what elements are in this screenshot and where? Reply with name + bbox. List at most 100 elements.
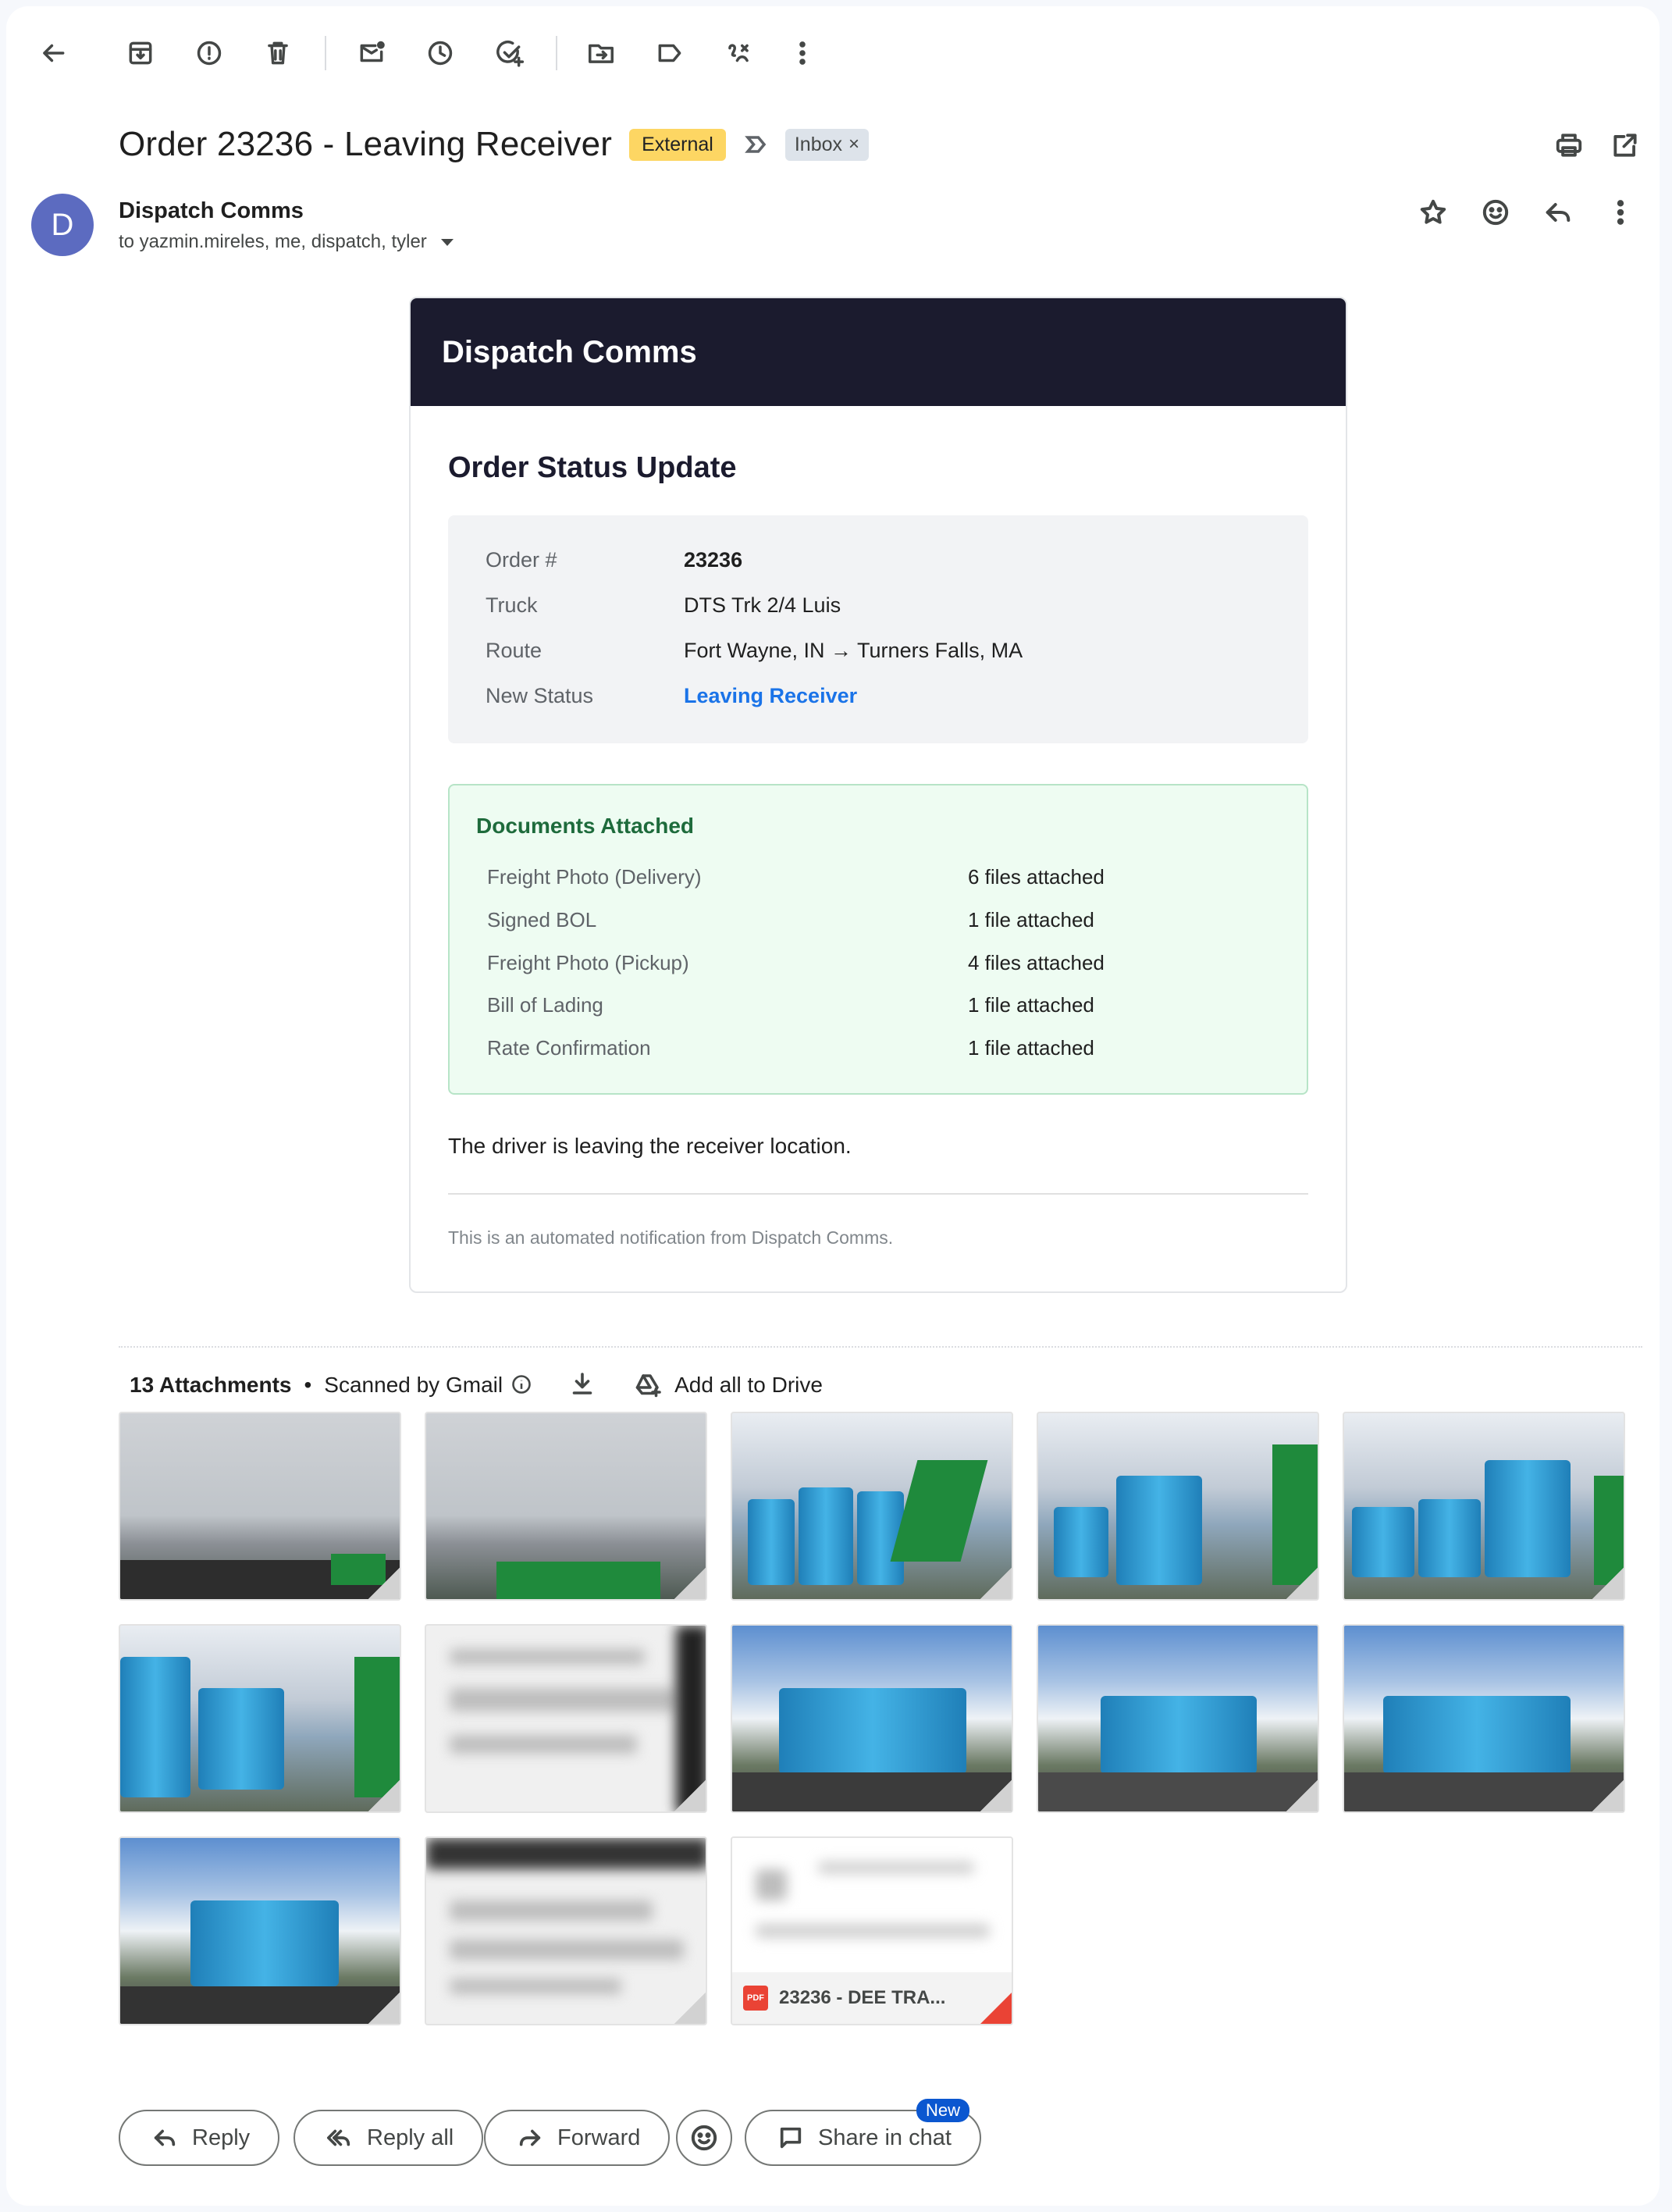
drive-add-icon — [635, 1374, 661, 1398]
emoji-reaction-button[interactable] — [676, 2110, 732, 2166]
info-row-truck: Truck DTS Trk 2/4 Luis — [486, 593, 841, 618]
attachment-thumbnail[interactable] — [119, 1624, 401, 1813]
attachment-thumbnail[interactable] — [425, 1624, 707, 1813]
attachment-thumbnail[interactable] — [731, 1624, 1013, 1813]
sender-avatar[interactable]: D — [31, 194, 94, 256]
info-label: Order # — [486, 548, 557, 572]
reply-icon-button[interactable] — [1531, 186, 1585, 239]
new-badge: New — [916, 2099, 970, 2122]
more-icon — [799, 41, 806, 65]
chevron-down-icon[interactable] — [440, 238, 454, 246]
share-chat-label: Share in chat — [818, 2125, 952, 2150]
reply-icon — [154, 2129, 176, 2146]
label-button[interactable] — [643, 27, 696, 80]
card-footer: This is an automated notification from D… — [448, 1227, 894, 1248]
inbox-chip-label: Inbox — [794, 133, 843, 155]
move-to-icon — [589, 44, 614, 63]
add-drive-label: Add all to Drive — [674, 1373, 823, 1397]
archive-icon — [129, 41, 152, 65]
print-button[interactable] — [1544, 120, 1594, 170]
forward-label: Forward — [557, 2125, 641, 2150]
info-icon — [512, 1374, 531, 1394]
sender-name: Dispatch Comms — [119, 198, 304, 223]
attachments-count: 13 Attachments — [130, 1373, 292, 1397]
doc-row: Bill of Lading 1 file attached — [487, 993, 1094, 1017]
scan-info-button[interactable] — [503, 1370, 532, 1401]
forward-button[interactable]: Forward — [484, 2110, 671, 2166]
more-icon — [1617, 200, 1624, 225]
recipients-line[interactable]: to yazmin.mireles, me, dispatch, tyler — [119, 231, 454, 253]
info-label: Route — [486, 639, 543, 662]
emoji-icon — [691, 2125, 717, 2151]
info-value: 23236 — [684, 548, 743, 572]
star-button[interactable] — [1407, 186, 1460, 239]
doc-label: Signed BOL — [487, 908, 597, 931]
back-button[interactable] — [27, 27, 80, 80]
open-in-new-icon — [1613, 134, 1637, 157]
report-spam-icon — [197, 41, 222, 66]
mark-unread-button[interactable] — [345, 27, 398, 80]
card-divider — [448, 1193, 1308, 1195]
info-value: DTS Trk 2/4 Luis — [684, 593, 841, 617]
add-all-to-drive-button[interactable]: Add all to Drive — [634, 1371, 823, 1399]
email-subject: Order 23236 - Leaving Receiver — [119, 125, 613, 163]
attachment-thumbnail[interactable] — [731, 1412, 1013, 1601]
message-more-button[interactable] — [1594, 186, 1647, 239]
print-icon — [1556, 134, 1582, 157]
info-value: Fort Wayne, IN → Turners Falls, MA — [684, 639, 1023, 662]
doc-value: 1 file attached — [968, 1036, 1094, 1060]
add-task-button[interactable] — [482, 27, 535, 80]
back-icon — [43, 44, 65, 62]
attachment-thumbnail[interactable] — [119, 1412, 401, 1601]
download-all-button[interactable] — [568, 1370, 599, 1401]
importance-marker[interactable] — [743, 130, 771, 159]
reply-all-icon — [326, 2129, 350, 2146]
scanned-label: Scanned by Gmail — [324, 1373, 503, 1397]
doc-row: Freight Photo (Delivery) 6 files attache… — [487, 865, 1105, 889]
info-row-status: New Status Leaving Receiver — [486, 684, 857, 708]
pdf-file-name: 23236 - DEE TRA... — [779, 1987, 946, 2008]
doc-label: Bill of Lading — [487, 993, 603, 1017]
reply-icon — [1546, 203, 1571, 222]
attachment-thumbnail[interactable] — [119, 1836, 401, 2025]
snooze-button[interactable] — [414, 27, 467, 80]
attachment-thumbnail[interactable] — [425, 1412, 707, 1601]
mark-unread-icon — [360, 41, 385, 62]
attachment-thumbnail[interactable] — [1343, 1412, 1625, 1601]
attachments-divider — [119, 1346, 1642, 1348]
reply-button[interactable]: Reply — [119, 2110, 280, 2166]
star-icon — [1420, 199, 1446, 224]
card-message: The driver is leaving the receiver locat… — [448, 1134, 852, 1158]
add-task-icon — [496, 40, 524, 67]
doc-row: Freight Photo (Pickup) 4 files attached — [487, 951, 1105, 975]
reply-label: Reply — [192, 2125, 251, 2150]
reply-all-label: Reply all — [367, 2125, 454, 2150]
archive-button[interactable] — [114, 27, 167, 80]
move-to-button[interactable] — [575, 27, 628, 80]
reply-all-button[interactable]: Reply all — [293, 2110, 484, 2166]
subject-row: Order 23236 - Leaving Receiver External … — [119, 117, 870, 172]
attachments-header: 13 Attachments • Scanned by Gmail Add al… — [130, 1368, 823, 1402]
attachment-thumbnail[interactable] — [1037, 1624, 1319, 1813]
doc-value: 4 files attached — [968, 951, 1105, 974]
pdf-name-bar: PDF 23236 - DEE TRA... — [732, 1972, 1012, 2024]
doc-row: Signed BOL 1 file attached — [487, 908, 1094, 932]
filter-button[interactable] — [712, 27, 765, 80]
attachment-thumbnail[interactable] — [425, 1836, 707, 2025]
add-reaction-button[interactable] — [1469, 186, 1522, 239]
toolbar-divider — [556, 36, 557, 70]
doc-value: 6 files attached — [968, 865, 1105, 889]
attachment-thumbnail[interactable] — [1037, 1412, 1319, 1601]
open-new-window-button[interactable] — [1600, 120, 1650, 170]
order-info-box: Order # 23236 Truck DTS Trk 2/4 Luis Rou… — [448, 515, 1308, 743]
info-row-order: Order # 23236 — [486, 548, 742, 572]
more-button[interactable] — [776, 27, 829, 80]
email-view: Order 23236 - Leaving Receiver External … — [6, 6, 1660, 2206]
label-icon — [658, 44, 681, 62]
attachment-thumbnail[interactable] — [1343, 1624, 1625, 1813]
remove-label-icon[interactable]: × — [848, 134, 859, 155]
delete-button[interactable] — [251, 27, 304, 80]
report-spam-button[interactable] — [183, 27, 236, 80]
pdf-attachment[interactable]: PDF 23236 - DEE TRA... — [731, 1836, 1013, 2025]
card-title: Order Status Update — [448, 451, 737, 484]
